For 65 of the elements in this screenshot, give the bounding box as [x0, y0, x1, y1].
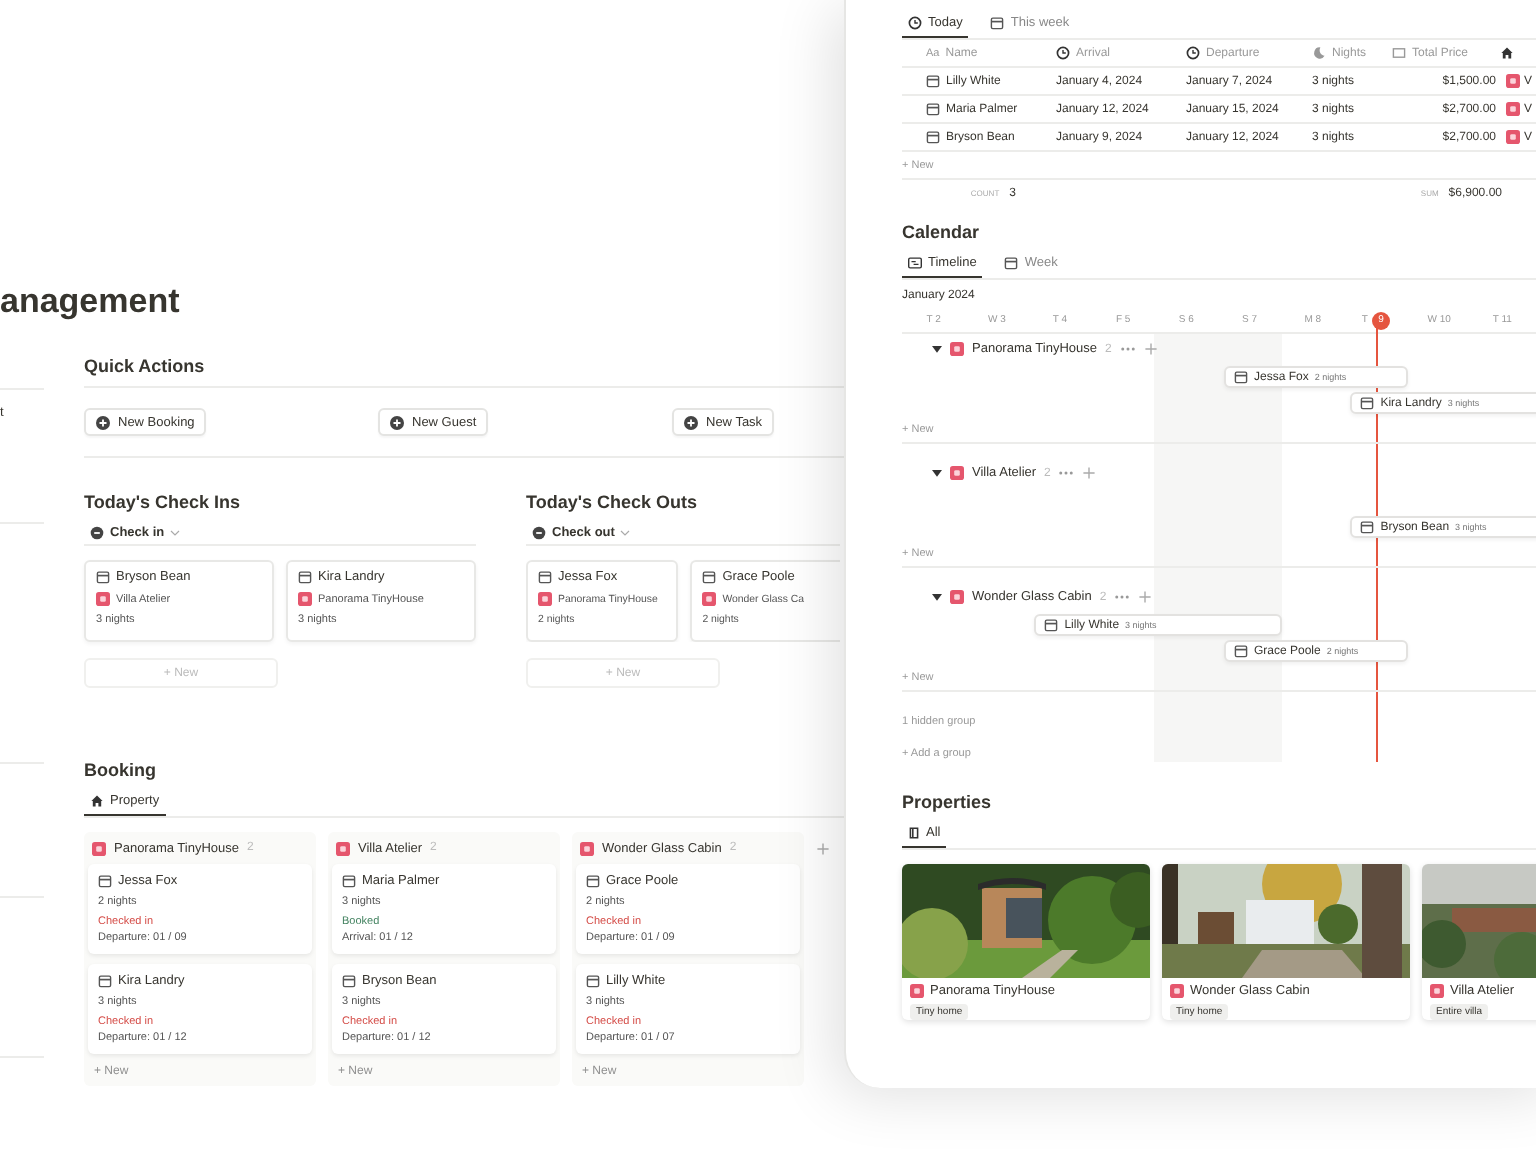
property-icon	[538, 592, 552, 606]
plus-icon[interactable]	[1143, 342, 1158, 356]
section-title: Booking	[84, 758, 158, 782]
property-icon	[950, 466, 964, 480]
calendar-icon	[926, 74, 940, 88]
view-icon	[532, 525, 546, 539]
chevron-down-icon	[620, 529, 631, 535]
calendar-icon	[1044, 618, 1059, 632]
calendar-icon	[702, 570, 717, 584]
property-icon	[910, 984, 924, 998]
calendar-icon	[96, 570, 110, 584]
section-title: Today's Check Ins	[84, 490, 242, 514]
clock-icon	[1186, 46, 1200, 60]
property-icon	[950, 590, 964, 604]
plus-circle-icon	[390, 415, 404, 429]
disclosure-triangle-icon[interactable]	[932, 344, 942, 354]
moon-icon	[1312, 46, 1326, 60]
calendar-icon	[1360, 520, 1375, 534]
calendar-icon	[1360, 396, 1375, 410]
calendar-icon	[342, 874, 356, 888]
chevron-down-icon	[170, 529, 181, 535]
clock-icon	[908, 16, 922, 30]
property-icon	[96, 592, 110, 606]
calendar-icon	[586, 974, 600, 988]
calendar-icon	[990, 16, 1005, 30]
calendar-icon	[586, 874, 600, 888]
property-icon	[950, 342, 964, 356]
section-title: Today's Check Outs	[526, 490, 699, 514]
calendar-icon	[926, 130, 940, 144]
more-icon[interactable]	[1114, 594, 1131, 600]
more-icon[interactable]	[1058, 470, 1075, 476]
calendar-icon	[298, 570, 312, 584]
clock-icon	[1056, 46, 1070, 60]
plus-icon[interactable]	[1138, 590, 1153, 604]
more-icon[interactable]	[1119, 346, 1136, 352]
plus-circle-icon	[96, 415, 110, 429]
calendar-icon	[98, 974, 112, 988]
disclosure-triangle-icon[interactable]	[932, 468, 942, 478]
page-title: anagement	[0, 280, 180, 324]
add-column-icon[interactable]	[816, 842, 830, 856]
property-icon	[580, 841, 594, 855]
house-icon	[1500, 46, 1514, 60]
section-title: Quick Actions	[84, 354, 207, 378]
view-icon	[90, 525, 104, 539]
property-icon	[1430, 984, 1444, 998]
book-icon	[908, 826, 920, 840]
calendar-icon	[926, 102, 940, 116]
house-icon	[90, 794, 104, 808]
property-icon	[702, 592, 717, 606]
section-title: Calendar	[902, 220, 982, 244]
property-icon	[336, 841, 350, 855]
disclosure-triangle-icon[interactable]	[932, 592, 942, 602]
plus-circle-icon	[684, 415, 698, 429]
property-icon	[298, 592, 312, 606]
calendar-icon	[1234, 370, 1248, 384]
calendar-icon	[98, 874, 112, 888]
calendar-icon	[342, 974, 356, 988]
calendar-icon	[1234, 644, 1248, 658]
timeline-icon	[908, 256, 922, 270]
property-icon	[1170, 984, 1184, 998]
calendar-icon	[1004, 256, 1019, 270]
property-icon	[92, 841, 106, 855]
section-title: Properties	[902, 790, 994, 814]
calendar-icon	[538, 570, 552, 584]
plus-icon[interactable]	[1082, 466, 1097, 480]
